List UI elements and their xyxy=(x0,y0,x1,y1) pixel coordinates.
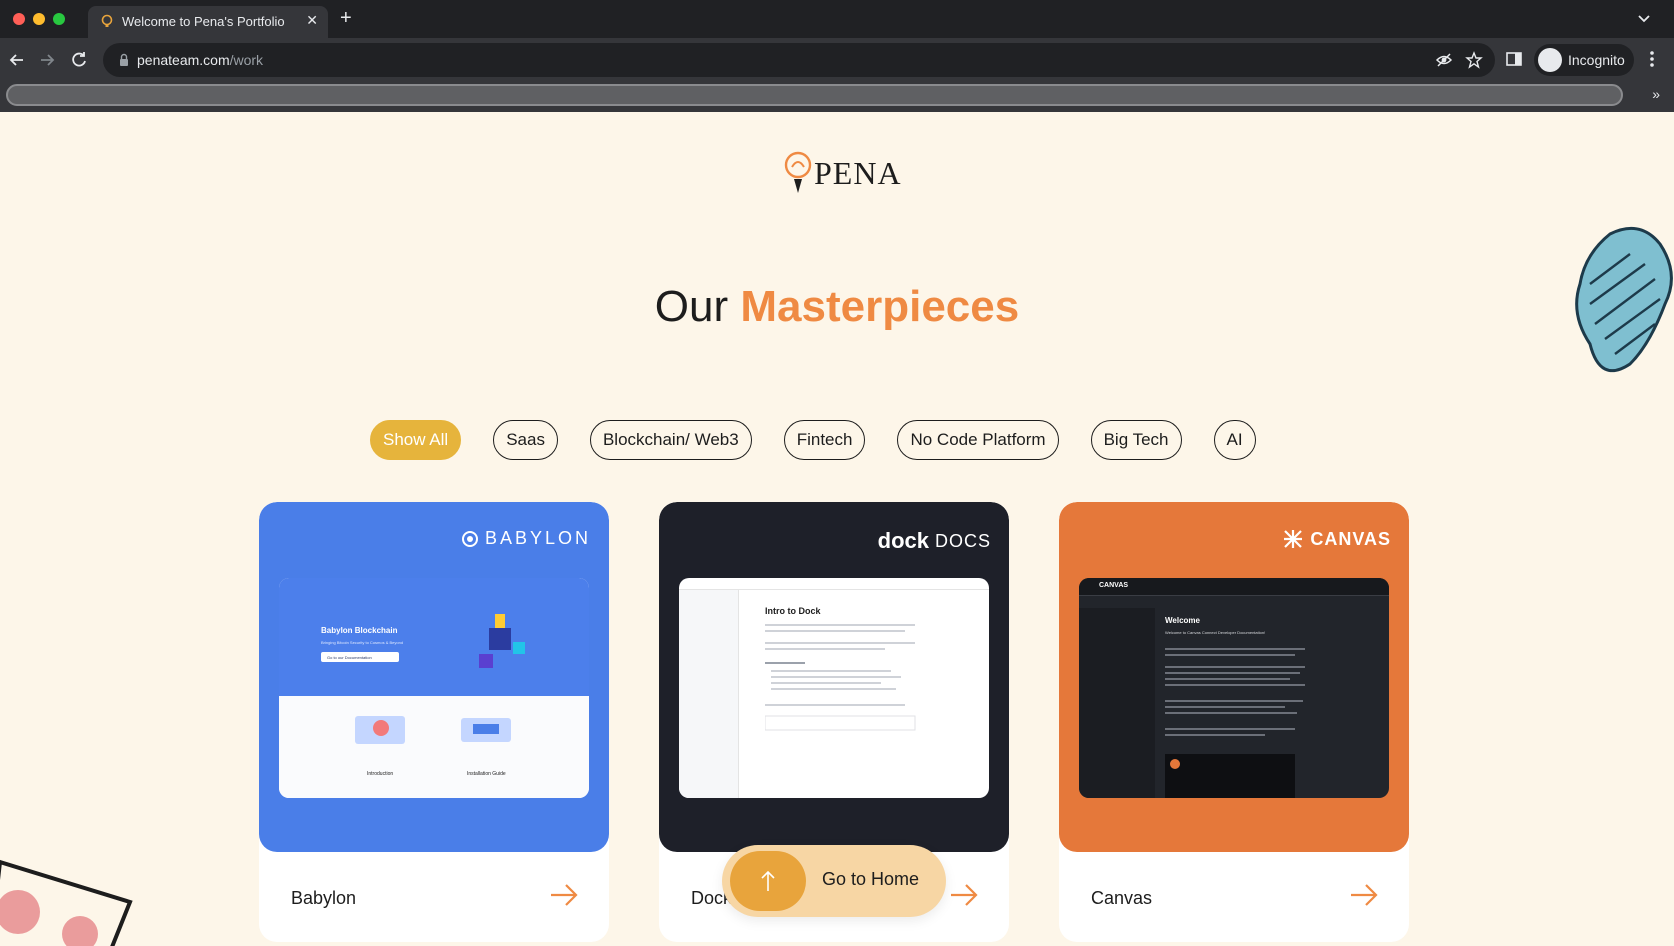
portfolio-page: PENA Our Masterpieces Show All Saas Bloc… xyxy=(0,112,1674,946)
screenshot-text-lines-icon xyxy=(765,624,916,731)
url-host: penateam.com xyxy=(137,52,230,68)
brand-logo: CANVAS xyxy=(1282,528,1391,550)
more-bookmarks-icon[interactable]: » xyxy=(1652,86,1660,102)
pena-logo[interactable]: PENA xyxy=(782,145,901,201)
go-home-label: Go to Home xyxy=(822,869,920,889)
close-tab-icon[interactable]: ✕ xyxy=(306,12,318,29)
screenshot-header xyxy=(679,578,989,590)
filter-big-tech[interactable]: Big Tech xyxy=(1090,420,1182,460)
arrow-right-icon[interactable] xyxy=(549,882,579,908)
brand-text: BABYLON xyxy=(484,528,591,548)
project-card-babylon[interactable]: BABYLON Babylon Blockchain Bringing Bitc… xyxy=(259,502,609,942)
decorative-corner-icon xyxy=(0,859,133,946)
incognito-profile-button[interactable]: Incognito xyxy=(1534,44,1634,76)
maximize-window-button[interactable] xyxy=(53,13,65,25)
tab-search-icon[interactable] xyxy=(1636,10,1652,26)
screenshot-body xyxy=(279,696,589,798)
brand-text: DOCS xyxy=(934,530,991,551)
lock-icon[interactable] xyxy=(117,53,131,67)
incognito-label: Incognito xyxy=(1568,52,1625,68)
browser-tab-active[interactable]: Welcome to Pena's Portfolio ✕ xyxy=(88,6,328,38)
address-bar[interactable]: penateam.com/work xyxy=(103,43,1495,77)
bookmark-star-icon[interactable] xyxy=(1465,51,1483,69)
screenshot-subtitle: Bringing Bitcoin Security to Cosmos & Be… xyxy=(321,640,404,645)
screenshot-subtitle: Welcome to Canvas Connect Developer Docu… xyxy=(1165,630,1266,635)
brand-text: CANVAS xyxy=(1310,528,1391,549)
arrow-up-icon xyxy=(761,870,775,891)
project-screenshot: Babylon Blockchain Bringing Bitcoin Secu… xyxy=(279,578,589,798)
minimize-window-button[interactable] xyxy=(33,13,45,25)
introduction-illustration-icon xyxy=(355,716,405,744)
arrow-right-icon[interactable] xyxy=(1349,882,1379,908)
card-cover: CANVAS CANVAS Welcome Welcome to Canvas … xyxy=(1059,502,1409,852)
filter-ai[interactable]: AI xyxy=(1213,420,1256,460)
project-screenshot: CANVAS Welcome Welcome to Canvas Connect… xyxy=(1079,578,1389,798)
card-cover: dock DOCS Intro to Dock xyxy=(659,502,1009,852)
bookmark-bar-field[interactable] xyxy=(6,84,1623,106)
filter-saas[interactable]: Saas xyxy=(493,420,558,460)
screenshot-sidebar xyxy=(679,590,739,798)
reload-icon[interactable] xyxy=(68,49,90,71)
babylon-logo-icon xyxy=(461,530,478,547)
heading-accent: Masterpieces xyxy=(740,282,1020,331)
go-home-circle xyxy=(730,851,806,911)
brand-logo: dock DOCS xyxy=(878,528,991,554)
incognito-icon xyxy=(1538,48,1562,72)
url-path: /work xyxy=(229,52,264,68)
filter-fintech[interactable]: Fintech xyxy=(783,420,866,460)
back-icon[interactable] xyxy=(6,49,28,71)
go-to-home-button[interactable]: Go to Home xyxy=(722,845,946,917)
filter-no-code-platform[interactable]: No Code Platform xyxy=(897,420,1059,460)
browser-menu-icon[interactable] xyxy=(1642,49,1662,69)
card-title: Babylon xyxy=(291,888,357,908)
logo-text: PENA xyxy=(814,155,902,191)
favicon-icon xyxy=(101,14,113,27)
project-screenshot: Intro to Dock xyxy=(679,578,989,798)
category-filters: Show All Saas Blockchain/ Web3 Fintech N… xyxy=(370,420,1256,460)
browser-toolbar: penateam.com/work Incognito xyxy=(0,38,1674,82)
side-panel-icon[interactable] xyxy=(1504,49,1524,69)
blockchain-illustration-icon xyxy=(479,614,525,668)
filter-show-all[interactable]: Show All xyxy=(370,420,462,460)
new-tab-button[interactable]: + xyxy=(340,8,352,28)
tracking-protection-icon[interactable] xyxy=(1435,51,1453,69)
canvas-logo-icon xyxy=(1284,530,1303,548)
forward-icon[interactable] xyxy=(36,49,58,71)
card-title: Canvas xyxy=(1091,888,1153,908)
pena-bulb-icon xyxy=(784,151,812,193)
screenshot-item-installation: Installation Guide xyxy=(467,771,506,777)
bookmark-bar: » xyxy=(0,82,1674,112)
page-title: Our Masterpieces xyxy=(0,282,1674,332)
screenshot-title: Babylon Blockchain xyxy=(321,626,398,635)
tab-title: Welcome to Pena's Portfolio xyxy=(122,14,285,29)
brand-logo: BABYLON xyxy=(461,528,591,549)
screenshot-sidebar xyxy=(1079,608,1155,798)
card-cover: BABYLON Babylon Blockchain Bringing Bitc… xyxy=(259,502,609,852)
screenshot-item-introduction: Introduction xyxy=(367,771,394,777)
browser-tab-bar: Welcome to Pena's Portfolio ✕ + xyxy=(0,0,1674,38)
screenshot-button: Go to our Documentation xyxy=(321,652,399,662)
screenshot-hero xyxy=(279,578,589,696)
project-card-canvas[interactable]: CANVAS CANVAS Welcome Welcome to Canvas … xyxy=(1059,502,1409,942)
arrow-right-icon[interactable] xyxy=(949,882,979,908)
installation-illustration-icon xyxy=(461,718,511,742)
screenshot-title: Intro to Dock xyxy=(765,606,821,616)
screenshot-text-lines-icon xyxy=(1165,648,1305,798)
screenshot-brand: CANVAS xyxy=(1099,582,1129,589)
url-text: penateam.com/work xyxy=(137,52,263,68)
close-window-button[interactable] xyxy=(13,13,25,25)
filter-blockchain-web3[interactable]: Blockchain/ Web3 xyxy=(589,420,752,460)
heading-plain: Our xyxy=(654,282,729,331)
dock-logo-text: dock xyxy=(877,528,929,553)
screenshot-title: Welcome xyxy=(1165,616,1200,625)
